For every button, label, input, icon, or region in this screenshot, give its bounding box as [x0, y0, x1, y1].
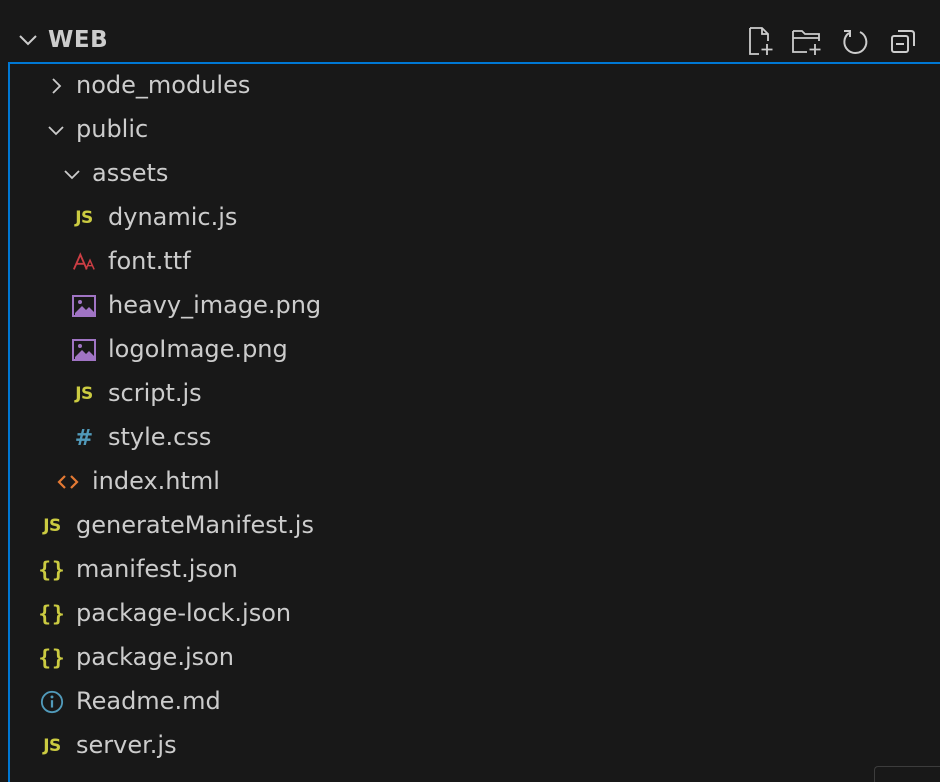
chevron-down-icon[interactable]	[44, 118, 68, 142]
tree-item-index-html[interactable]: index.html	[10, 460, 940, 504]
chevron-down-icon[interactable]	[60, 162, 84, 186]
font-file-icon	[72, 250, 96, 274]
tree-item-label: dynamic.js	[108, 203, 238, 231]
js-file-icon: JS	[75, 208, 93, 228]
tree-item-style-css[interactable]: # style.css	[10, 416, 940, 460]
explorer-section-header[interactable]: WEB	[0, 18, 940, 62]
tree-item-package-lock-json[interactable]: {} package-lock.json	[10, 592, 940, 636]
html-file-icon	[56, 470, 80, 494]
tree-item-label: heavy_image.png	[108, 291, 322, 319]
tree-item-label: assets	[92, 159, 169, 187]
refresh-icon[interactable]	[836, 22, 874, 60]
css-file-icon: #	[74, 425, 94, 451]
tree-item-node-modules[interactable]: node_modules	[10, 64, 940, 108]
image-file-icon	[72, 338, 96, 362]
tree-item-manifest-json[interactable]: {} manifest.json	[10, 548, 940, 592]
tree-item-heavy-image-png[interactable]: heavy_image.png	[10, 284, 940, 328]
section-title: WEB	[48, 27, 109, 53]
json-file-icon: {}	[38, 558, 66, 582]
header-actions	[740, 22, 922, 60]
tree-item-label: server.js	[76, 731, 177, 759]
tree-item-font-ttf[interactable]: font.ttf	[10, 240, 940, 284]
tree-item-logoimage-png[interactable]: logoImage.png	[10, 328, 940, 372]
scrollbar-corner	[874, 766, 940, 782]
tree-item-label: package.json	[76, 643, 235, 671]
tree-item-assets[interactable]: assets	[10, 152, 940, 196]
tree-item-public[interactable]: public	[10, 108, 940, 152]
tree-item-dynamic-js[interactable]: JS dynamic.js	[10, 196, 940, 240]
tree-item-label: public	[76, 115, 149, 143]
tree-item-label: generateManifest.js	[76, 511, 314, 539]
tree-item-label: font.ttf	[108, 247, 191, 275]
chevron-down-icon[interactable]	[16, 28, 40, 52]
js-file-icon: JS	[75, 384, 93, 404]
new-file-icon[interactable]	[740, 22, 778, 60]
tree-item-readme-md[interactable]: Readme.md	[10, 680, 940, 724]
chevron-right-icon[interactable]	[44, 74, 68, 98]
file-tree: node_modules public assets JS dynamic.js	[8, 62, 940, 782]
tree-item-package-json[interactable]: {} package.json	[10, 636, 940, 680]
file-explorer: WEB node_modules public assets JS dynami…	[0, 0, 940, 782]
image-file-icon	[72, 294, 96, 318]
tree-item-label: Readme.md	[76, 687, 221, 715]
tree-item-label: logoImage.png	[108, 335, 288, 363]
tree-item-script-js[interactable]: JS script.js	[10, 372, 940, 416]
tree-item-label: index.html	[92, 467, 220, 495]
tree-item-label: package-lock.json	[76, 599, 292, 627]
tree-item-label: script.js	[108, 379, 202, 407]
new-folder-icon[interactable]	[788, 22, 826, 60]
tree-item-generatemanifest-js[interactable]: JS generateManifest.js	[10, 504, 940, 548]
tree-item-label: style.css	[108, 423, 212, 451]
json-file-icon: {}	[38, 646, 66, 670]
tree-item-label: node_modules	[76, 71, 251, 99]
js-file-icon: JS	[43, 516, 61, 536]
tree-item-label: manifest.json	[76, 555, 238, 583]
collapse-all-icon[interactable]	[884, 22, 922, 60]
json-file-icon: {}	[38, 602, 66, 626]
tree-item-server-js[interactable]: JS server.js	[10, 724, 940, 768]
info-icon	[40, 690, 64, 714]
js-file-icon: JS	[43, 736, 61, 756]
